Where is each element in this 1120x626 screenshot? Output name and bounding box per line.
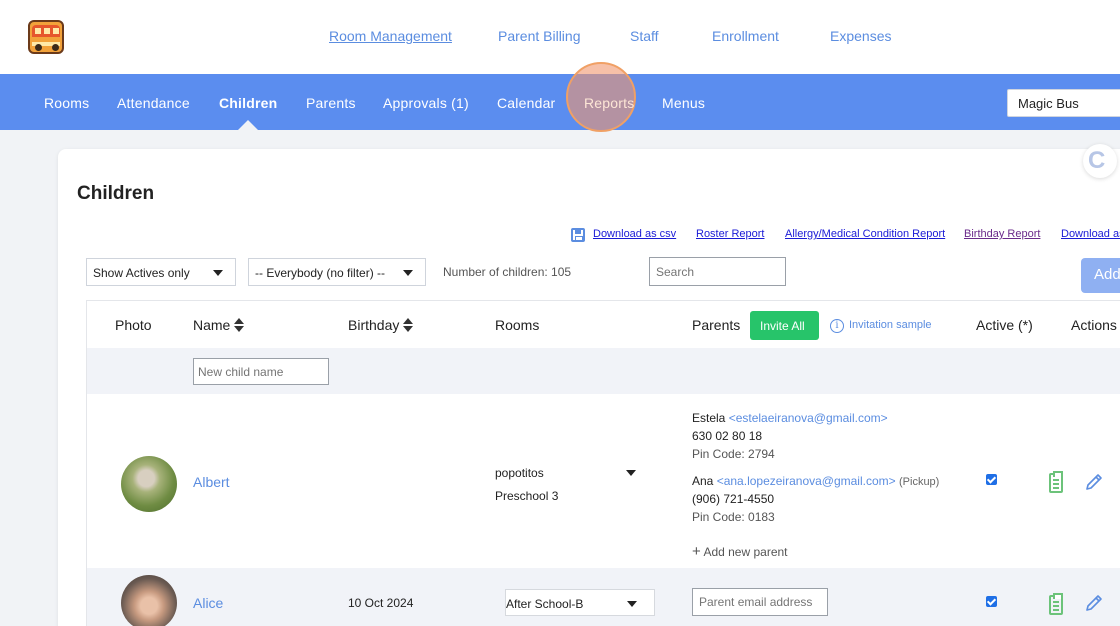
school-select[interactable]: Magic Bus	[1007, 89, 1120, 117]
top-nav-enrollment[interactable]: Enrollment	[712, 28, 779, 44]
header-name-label: Name	[193, 317, 231, 333]
header-name[interactable]: Name	[193, 317, 245, 333]
top-header: Room Management Parent Billing Staff Enr…	[0, 0, 1120, 74]
nav-calendar[interactable]: Calendar	[497, 95, 555, 111]
parent-name: Ana	[692, 474, 714, 488]
clipboard-icon[interactable]	[1049, 593, 1063, 615]
nav-children[interactable]: Children	[219, 95, 277, 111]
birthday-report-link[interactable]: Birthday Report	[964, 228, 1040, 240]
parent-pin: Pin Code: 2794	[692, 447, 775, 461]
group-filter-select[interactable]: -- Everybody (no filter) --	[248, 258, 426, 286]
clipboard-icon[interactable]	[1049, 471, 1063, 493]
chevron-down-icon	[213, 270, 223, 276]
parent-pin: Pin Code: 0183	[692, 510, 775, 524]
group-filter-value: -- Everybody (no filter) --	[255, 266, 386, 280]
top-nav-room-management[interactable]: Room Management	[329, 28, 452, 44]
nav-approvals[interactable]: Approvals (1)	[383, 95, 469, 111]
room-select[interactable]: After School-B	[505, 589, 655, 616]
save-disk-icon	[571, 228, 585, 242]
download-csv-link[interactable]: Download as csv	[593, 228, 676, 240]
assistant-logo-icon[interactable]: C	[1083, 144, 1117, 178]
add-child-button[interactable]: Add	[1081, 258, 1120, 293]
parent-email-link[interactable]: <ana.lopezeiranova@gmail.com>	[717, 474, 896, 488]
top-nav-expenses[interactable]: Expenses	[830, 28, 891, 44]
new-child-name-input[interactable]	[193, 358, 329, 385]
child-name-link[interactable]: Albert	[193, 474, 230, 490]
chevron-down-icon	[627, 601, 637, 607]
header-active: Active (*)	[976, 317, 1033, 333]
room-name: Preschool 3	[495, 489, 559, 503]
invitation-sample-link[interactable]: Invitation sample	[849, 319, 932, 331]
page-title: Children	[77, 183, 155, 204]
nav-parents[interactable]: Parents	[306, 95, 356, 111]
sort-icon[interactable]	[234, 318, 245, 333]
parent-name: Estela	[692, 411, 726, 425]
add-parent-link[interactable]: + Add new parent	[692, 543, 788, 560]
roster-report-link[interactable]: Roster Report	[696, 228, 764, 240]
room-name: popotitos	[495, 466, 544, 480]
nav-rooms[interactable]: Rooms	[44, 95, 89, 111]
header-photo: Photo	[115, 317, 152, 333]
nav-menus[interactable]: Menus	[662, 95, 705, 111]
parent-phone: (906) 721-4550	[692, 492, 775, 506]
parent-email-link[interactable]: <estelaeiranova@gmail.com>	[729, 411, 888, 425]
allergy-report-link[interactable]: Allergy/Medical Condition Report	[785, 228, 945, 240]
pencil-icon[interactable]	[1084, 472, 1104, 492]
chevron-down-icon	[403, 270, 413, 276]
children-count: Number of children: 105	[443, 265, 572, 279]
download-as-link[interactable]: Download as	[1061, 228, 1120, 240]
avatar	[121, 456, 177, 512]
search-input[interactable]	[649, 257, 786, 286]
top-nav-staff[interactable]: Staff	[630, 28, 659, 44]
parent-entry: Estela <estelaeiranova@gmail.com>	[692, 411, 888, 425]
plus-icon: +	[692, 543, 701, 560]
status-filter-value: Show Actives only	[93, 266, 190, 280]
top-nav-parent-billing[interactable]: Parent Billing	[498, 28, 581, 44]
bus-logo-icon[interactable]	[28, 20, 64, 54]
active-tab-caret	[238, 120, 258, 130]
parent-entry: Ana <ana.lopezeiranova@gmail.com> (Picku…	[692, 474, 939, 488]
header-rooms: Rooms	[495, 317, 540, 333]
child-birthday: 10 Oct 2024	[348, 596, 414, 610]
parent-email-input[interactable]	[692, 588, 828, 616]
active-checkbox[interactable]	[986, 596, 997, 607]
chevron-down-icon[interactable]	[626, 470, 636, 476]
header-birthday[interactable]: Birthday	[348, 317, 414, 333]
nav-attendance[interactable]: Attendance	[117, 95, 190, 111]
room-select-value: After School-B	[506, 597, 584, 611]
parent-phone: 630 02 80 18	[692, 429, 763, 443]
info-icon[interactable]: i	[830, 319, 844, 333]
header-parents: Parents	[692, 317, 741, 333]
pencil-icon[interactable]	[1084, 593, 1104, 613]
child-name-link[interactable]: Alice	[193, 595, 223, 611]
sort-icon[interactable]	[403, 318, 414, 333]
header-birthday-label: Birthday	[348, 317, 400, 333]
header-actions: Actions	[1071, 317, 1117, 333]
nav-reports[interactable]: Reports	[584, 95, 634, 111]
active-checkbox[interactable]	[986, 474, 997, 485]
avatar	[121, 575, 177, 626]
status-filter-select[interactable]: Show Actives only	[86, 258, 236, 286]
add-parent-label: Add new parent	[703, 545, 788, 559]
pickup-note: (Pickup)	[899, 476, 940, 488]
invite-all-button[interactable]: Invite All	[750, 311, 819, 340]
